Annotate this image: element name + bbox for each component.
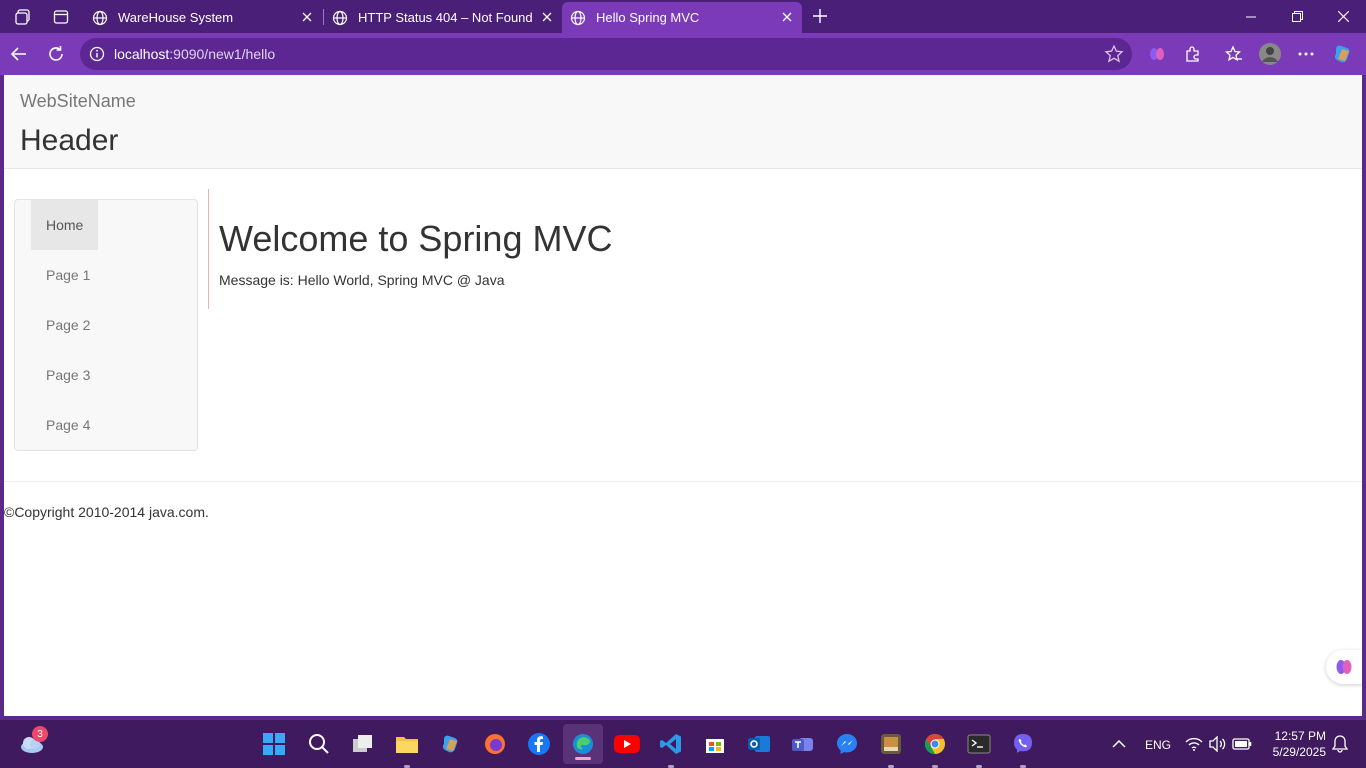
page-viewport: WebSiteName Header Home Page 1 Page 2 Pa… (4, 75, 1362, 716)
youtube-icon[interactable] (613, 730, 641, 758)
microsoft-store-icon[interactable] (701, 730, 729, 758)
url-path: :9090/new1/hello (169, 46, 276, 62)
sidebar-nav: Home Page 1 Page 2 Page 3 Page 4 (14, 199, 198, 451)
url-text: localhost:9090/new1/hello (114, 46, 275, 62)
close-tab-icon[interactable] (538, 8, 556, 26)
copilot-brain-icon[interactable] (1144, 41, 1170, 67)
favorites-icon[interactable] (1221, 41, 1247, 67)
system-clock[interactable]: 12:57 PM 5/29/2025 (1262, 728, 1326, 760)
close-tab-icon[interactable] (298, 8, 316, 26)
close-tab-icon[interactable] (778, 8, 796, 26)
tab-title: HTTP Status 404 – Not Found (358, 10, 533, 25)
notifications-bell-icon[interactable] (1326, 730, 1354, 758)
clock-date: 5/29/2025 (1272, 745, 1326, 759)
address-bar[interactable]: localhost:9090/new1/hello (80, 38, 1132, 70)
weather-badge: 3 (32, 726, 48, 742)
vscode-icon[interactable] (657, 730, 685, 768)
globe-icon (570, 10, 586, 25)
refresh-button[interactable] (43, 41, 69, 67)
copilot-icon[interactable] (1330, 41, 1356, 67)
tab-title: Hello Spring MVC (596, 10, 700, 25)
message-text: Message is: Hello World, Spring MVC @ Ja… (219, 272, 505, 288)
site-info-icon[interactable] (88, 45, 106, 63)
outlook-icon[interactable] (745, 730, 773, 758)
extensions-icon[interactable] (1180, 41, 1206, 67)
close-window-button[interactable] (1320, 0, 1366, 33)
content-divider (208, 189, 209, 309)
teams-icon[interactable] (789, 730, 817, 758)
nav-item-page-3[interactable]: Page 3 (31, 350, 105, 400)
tab-warehouse[interactable]: WareHouse System (84, 2, 322, 33)
active-indicator (575, 757, 591, 760)
page-header: Header (20, 124, 119, 157)
nav-item-page-4[interactable]: Page 4 (31, 400, 105, 450)
welcome-heading: Welcome to Spring MVC (219, 218, 613, 259)
tab-title: WareHouse System (118, 10, 234, 25)
workspaces-icon[interactable] (10, 5, 36, 29)
start-icon[interactable] (260, 730, 288, 758)
tab-hello-spring-mvc[interactable]: Hello Spring MVC (562, 2, 802, 33)
globe-icon (332, 10, 348, 25)
copilot-app-icon[interactable] (437, 730, 465, 758)
input-language[interactable]: ENG (1145, 738, 1171, 752)
show-hidden-icons-chevron-up-icon[interactable] (1105, 730, 1133, 758)
task-view-icon[interactable] (349, 730, 377, 758)
site-name-link[interactable]: WebSiteName (20, 91, 136, 112)
nav-item-page-2[interactable]: Page 2 (31, 300, 105, 350)
terminal-icon[interactable] (965, 730, 993, 768)
footer-copyright: ©Copyright 2010-2014 java.com. (4, 504, 209, 520)
tab-http-404[interactable]: HTTP Status 404 – Not Found (324, 2, 562, 33)
site-header: WebSiteName Header (4, 75, 1362, 169)
more-options-icon[interactable] (1293, 41, 1319, 67)
taskbar: 3 ENG 12:57 PM 5/29/2025 (0, 720, 1366, 768)
viber-icon[interactable] (1009, 730, 1037, 768)
file-explorer-icon[interactable] (393, 730, 421, 768)
footer-divider (4, 481, 1362, 482)
edge-icon[interactable] (563, 724, 603, 764)
nav-item-page-1[interactable]: Page 1 (31, 250, 105, 300)
new-tab-button[interactable] (808, 4, 832, 28)
nav-item-home[interactable]: Home (31, 200, 99, 250)
minimize-button[interactable] (1228, 0, 1274, 33)
messenger-icon[interactable] (833, 730, 861, 758)
url-host: localhost (114, 46, 170, 62)
tab-strip: WareHouse System HTTP Status 404 – Not F… (0, 0, 1366, 33)
search-icon[interactable] (305, 730, 333, 758)
clock-time: 12:57 PM (1274, 729, 1326, 743)
battery-icon[interactable] (1228, 730, 1256, 758)
tab-actions (10, 5, 74, 29)
browser-toolbar: localhost:9090/new1/hello (0, 33, 1366, 75)
chrome-icon[interactable] (921, 730, 949, 768)
floating-copilot-icon[interactable] (1326, 650, 1362, 684)
netbeans-icon[interactable] (877, 730, 905, 768)
firefox-icon[interactable] (481, 730, 509, 758)
favorite-star-icon[interactable] (1104, 44, 1124, 64)
profile-avatar[interactable] (1257, 41, 1283, 67)
restore-button[interactable] (1274, 0, 1320, 33)
facebook-icon[interactable] (525, 730, 553, 758)
back-button[interactable] (6, 41, 32, 67)
vertical-tabs-icon[interactable] (48, 5, 74, 29)
globe-icon (92, 10, 108, 25)
